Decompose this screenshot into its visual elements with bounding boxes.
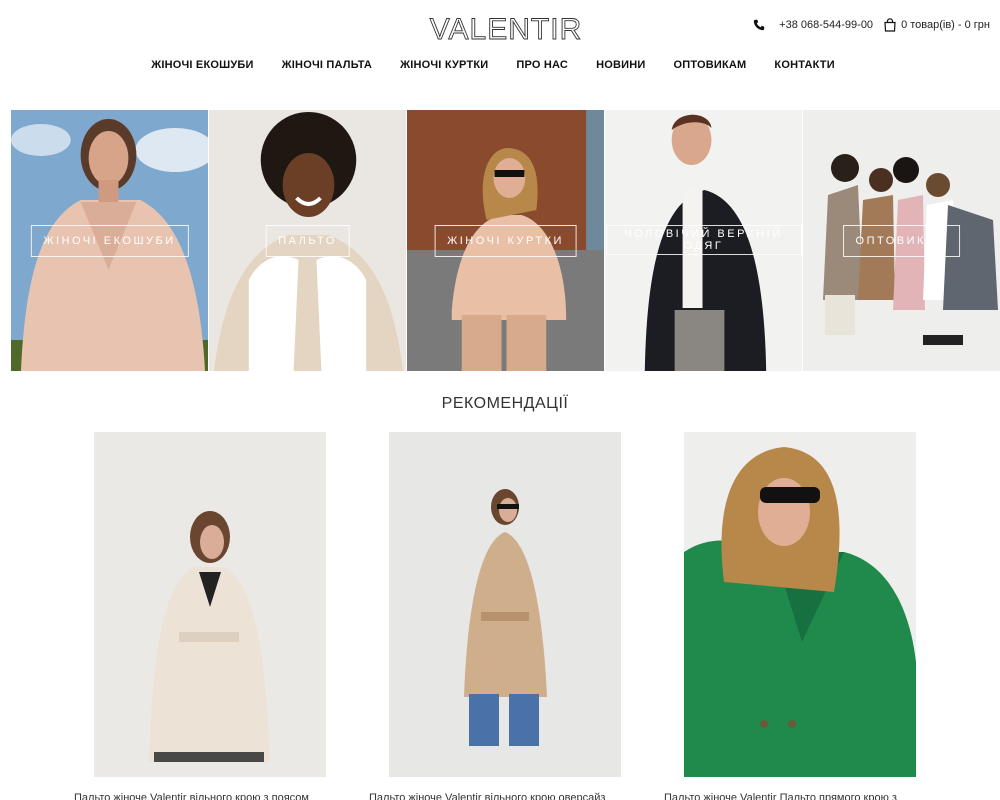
product-card-image[interactable] (94, 432, 326, 777)
logo-text: VALENTIR (430, 13, 582, 46)
main-nav: ЖІНОЧІ ЕКОШУБИ ЖІНОЧІ ПАЛЬТА ЖІНОЧІ КУРТ… (0, 59, 1000, 71)
nav-item-wholesale[interactable]: ОПТОВИКАМ (673, 59, 746, 71)
product-name[interactable]: Пальто жіноче Valentir вільного крою з п… (74, 792, 364, 800)
brand-logo[interactable]: VALENTIR (427, 12, 585, 46)
phone-icon (753, 19, 765, 31)
section-title-recommendations: РЕКОМЕНДАЦІЇ (441, 395, 569, 412)
category-tile-ecofur[interactable]: ЖІНОЧІ ЕКОШУБИ (11, 110, 209, 371)
category-label: ЖІНОЧІ КУРТКИ (434, 225, 577, 257)
category-label: ЖІНОЧІ ЕКОШУБИ (30, 225, 189, 257)
nav-item-coats[interactable]: ЖІНОЧІ ПАЛЬТА (282, 59, 372, 71)
nav-item-jackets[interactable]: ЖІНОЧІ КУРТКИ (400, 59, 488, 71)
nav-item-ecofur[interactable]: ЖІНОЧІ ЕКОШУБИ (151, 59, 253, 71)
topbar: +38 068-544-99-00 0 товар(ів) - 0 грн (753, 18, 990, 32)
phone-link[interactable]: +38 068-544-99-00 (779, 19, 873, 31)
category-tile-jackets[interactable]: ЖІНОЧІ КУРТКИ (407, 110, 605, 371)
category-tile-wholesale[interactable]: ОПТОВИКАМ (803, 110, 1000, 371)
category-label: ОПТОВИКАМ (842, 225, 961, 257)
product-card-image[interactable] (389, 432, 621, 777)
category-tile-menswear[interactable]: ЧОЛОВІЧИЙ ВЕРХНІЙ ОДЯГ (605, 110, 803, 371)
category-label: ЧОЛОВІЧИЙ ВЕРХНІЙ ОДЯГ (605, 225, 802, 255)
product-photo-cream-coat (94, 432, 326, 777)
category-tile-coats[interactable]: ПАЛЬТО (209, 110, 407, 371)
product-name[interactable]: Пальто жіноче Valentir вільного крою ове… (369, 792, 659, 800)
cart-summary[interactable]: 0 товар(ів) - 0 грн (901, 19, 990, 31)
category-label: ПАЛЬТО (265, 225, 350, 257)
nav-item-news[interactable]: НОВИНИ (596, 59, 645, 71)
nav-item-about[interactable]: ПРО НАС (516, 59, 568, 71)
cart-bag-icon[interactable] (883, 18, 897, 32)
product-photo-green-coat (684, 432, 916, 777)
product-card-image[interactable] (684, 432, 916, 777)
product-name[interactable]: Пальто жіноче Valentir Пальто прямого кр… (664, 792, 954, 800)
product-photo-beige-coat (389, 432, 621, 777)
nav-item-contacts[interactable]: КОНТАКТИ (774, 59, 834, 71)
category-banner: ЖІНОЧІ ЕКОШУБИ ПАЛЬТО ЖІНОЧІ КУРТКИ ЧОЛО… (11, 110, 1000, 371)
